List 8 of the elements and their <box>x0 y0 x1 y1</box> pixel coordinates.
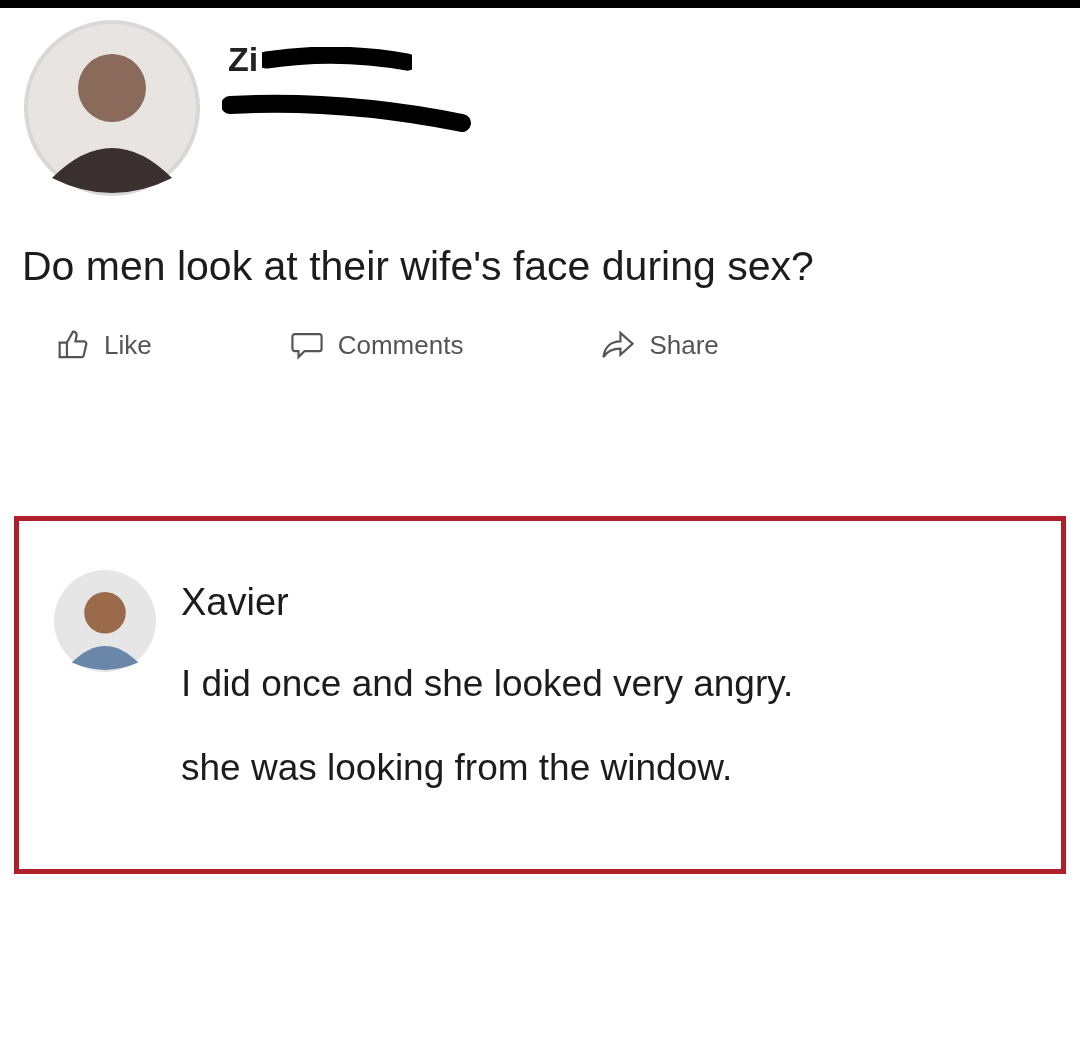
user-name: Zi <box>228 40 259 79</box>
post-text: Do men look at their wife's face during sex? <box>22 242 815 291</box>
comment-text: she was looking from the window. <box>181 746 734 790</box>
like-button[interactable]: Like <box>52 324 156 366</box>
commenter-name: Xavier <box>181 581 290 624</box>
comment-text: I did once and she looked very angry. <box>181 662 794 706</box>
comment-button[interactable]: Comments <box>285 324 468 366</box>
share-button[interactable]: Share <box>597 324 723 366</box>
